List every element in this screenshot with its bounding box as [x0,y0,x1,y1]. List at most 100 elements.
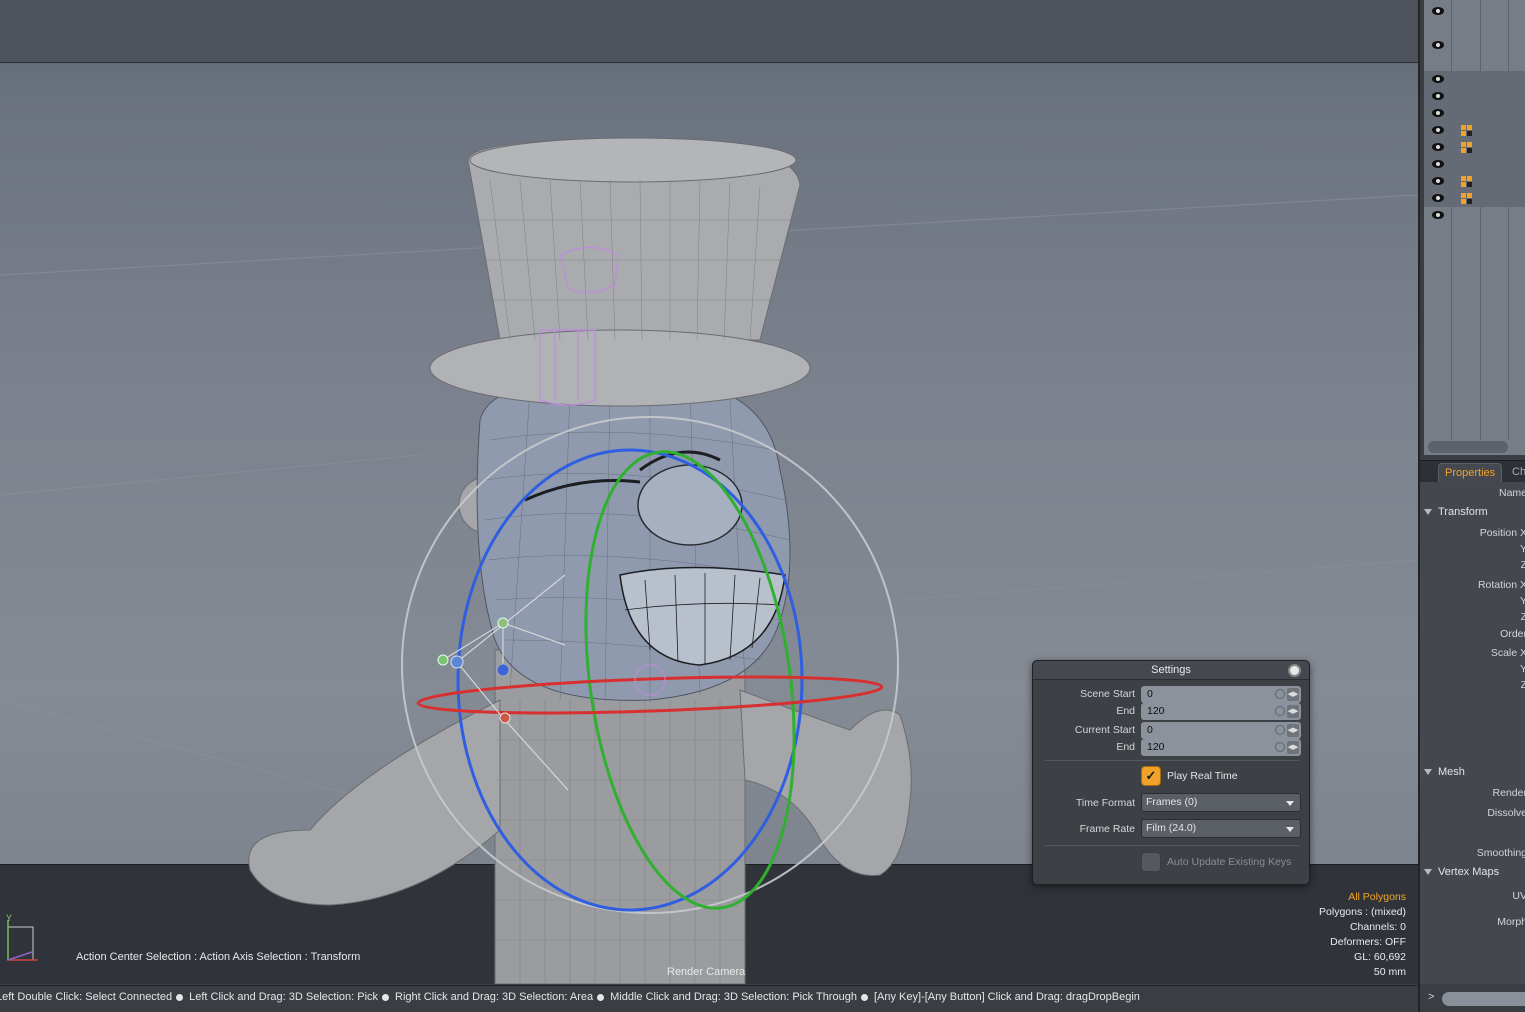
panel-tab-bar: Properties Ch [1420,460,1525,483]
mesh-icon [1461,193,1472,204]
spin-icon[interactable] [1275,742,1285,752]
render-label: Render [1492,787,1525,799]
scene-end-value: 120 [1147,705,1165,717]
triangle-down-icon [1424,869,1432,876]
stepper-arrows-icon[interactable]: ◀▶ [1287,705,1299,718]
list-item[interactable] [1424,190,1525,207]
vertex-maps-section-header[interactable]: Vertex Maps [1424,866,1525,882]
status-hint: Left Double Click: Select Connected [0,991,173,1003]
status-hint: [Any Key]-[Any Button] Click and Drag: d… [873,991,1140,1003]
list-scrollbar[interactable] [1428,441,1508,453]
settings-popover: Settings Scene Start 0 ◀▶ End 120 ◀▶ Cur… [1032,660,1310,885]
status-hint: Middle Click and Drag: 3D Selection: Pic… [610,991,857,1003]
transform-section-header[interactable]: Transform [1424,506,1525,522]
spin-icon[interactable] [1275,689,1285,699]
properties-panel: Name Transform Position X Y Z Rotation X… [1420,482,1525,984]
spin-icon[interactable] [1275,706,1285,716]
3d-viewport[interactable]: Y Action Center Selection : Action Axis … [0,0,1418,984]
character-head[interactable] [458,384,791,703]
eye-icon[interactable] [1432,75,1444,83]
eye-icon[interactable] [1432,126,1444,134]
current-start-label: Current Start [1074,724,1135,736]
list-item[interactable] [1424,122,1525,139]
status-hint: Left Click and Drag: 3D Selection: Pick [189,991,379,1003]
hud-deformers: Deformers: OFF [1330,936,1406,948]
bullet-icon [176,993,184,1001]
scale-y-label: Y [1519,663,1525,675]
eye-icon[interactable] [1432,7,1444,15]
mesh-icon [1461,125,1472,136]
time-format-label: Time Format [1075,797,1135,809]
time-format-dropdown[interactable]: Frames (0) [1141,793,1301,812]
tab-channels[interactable]: Ch [1506,463,1525,483]
list-item[interactable] [1424,105,1525,122]
auto-update-keys-checkbox[interactable] [1141,852,1161,872]
list-item[interactable] [1424,207,1525,224]
eye-icon[interactable] [1432,109,1444,117]
frame-rate-dropdown[interactable]: Film (24.0) [1141,819,1301,838]
scene-end-row: End 120 ◀▶ [1033,703,1309,720]
command-input[interactable] [1442,992,1525,1006]
list-item[interactable] [1424,173,1525,190]
hud-all-polygons[interactable]: All Polygons [1319,890,1406,905]
dissolve-label: Dissolve [1487,807,1525,819]
top-hat[interactable] [429,137,811,407]
chevron-down-icon [1286,801,1294,806]
status-hint: Right Click and Drag: 3D Selection: Area [395,991,594,1003]
current-end-value: 120 [1147,741,1165,753]
play-real-time-checkbox[interactable]: ✓ [1141,766,1161,786]
eye-icon[interactable] [1432,143,1444,151]
hud-channels: Channels: 0 [1349,921,1406,933]
stepper-arrows-icon[interactable]: ◀▶ [1287,724,1299,737]
modo-window: Y Action Center Selection : Action Axis … [0,0,1525,1012]
current-end-field[interactable]: 120 ◀▶ [1141,739,1301,756]
list-item[interactable] [1424,139,1525,156]
bullet-icon [597,993,605,1001]
list-item[interactable] [1424,71,1525,88]
list-item[interactable] [1424,156,1525,173]
bullet-icon [860,993,868,1001]
rotation-x-label: Rotation X [1477,579,1525,591]
eye-icon[interactable] [1432,194,1444,202]
play-real-time-label: Play Real Time [1167,770,1238,782]
scale-z-label: Z [1520,679,1525,691]
eye-icon[interactable] [1432,41,1444,49]
bullet-icon [382,993,390,1001]
scene-start-field[interactable]: 0 ◀▶ [1141,686,1301,703]
list-item[interactable] [1424,37,1525,54]
stepper-arrows-icon[interactable]: ◀▶ [1287,688,1299,701]
mesh-section-label: Mesh [1438,766,1465,778]
mesh-section-header[interactable]: Mesh [1424,766,1525,782]
list-item[interactable] [1424,88,1525,105]
current-start-row: Current Start 0 ◀▶ [1033,722,1309,739]
stepper-arrows-icon[interactable]: ◀▶ [1287,741,1299,754]
status-bar: Left Double Click: Select Connected Left … [0,985,1418,1012]
current-start-field[interactable]: 0 ◀▶ [1141,722,1301,739]
command-line: > [1420,986,1525,1012]
settings-title: Settings [1151,664,1191,676]
auto-update-keys-label: Auto Update Existing Keys [1167,856,1292,868]
current-end-row: End 120 ◀▶ [1033,739,1309,756]
close-icon[interactable] [1288,664,1301,677]
eye-icon[interactable] [1432,92,1444,100]
hud-polygons: Polygons : (mixed) [1319,906,1406,918]
list-item[interactable] [1424,3,1525,20]
viewport-hud-info: All Polygons Polygons : (mixed) Channels… [1319,890,1406,980]
divider [1045,760,1299,761]
eye-icon[interactable] [1432,211,1444,219]
eye-icon[interactable] [1432,160,1444,168]
scene-end-field[interactable]: 120 ◀▶ [1141,703,1301,720]
divider [1045,845,1299,846]
tab-properties[interactable]: Properties [1438,463,1503,483]
transform-section-label: Transform [1438,506,1488,518]
camera-label[interactable]: Render Camera [667,966,745,978]
scene-start-label: Scene Start [1080,688,1135,700]
spin-icon[interactable] [1275,725,1285,735]
eye-icon[interactable] [1432,177,1444,185]
scene-end-label: End [1116,705,1135,717]
rotation-z-label: Z [1520,611,1525,623]
axis-indicator [7,920,38,961]
morph-label: Morph [1497,916,1525,928]
frame-rate-label: Frame Rate [1079,823,1135,835]
item-list[interactable] [1424,0,1525,455]
